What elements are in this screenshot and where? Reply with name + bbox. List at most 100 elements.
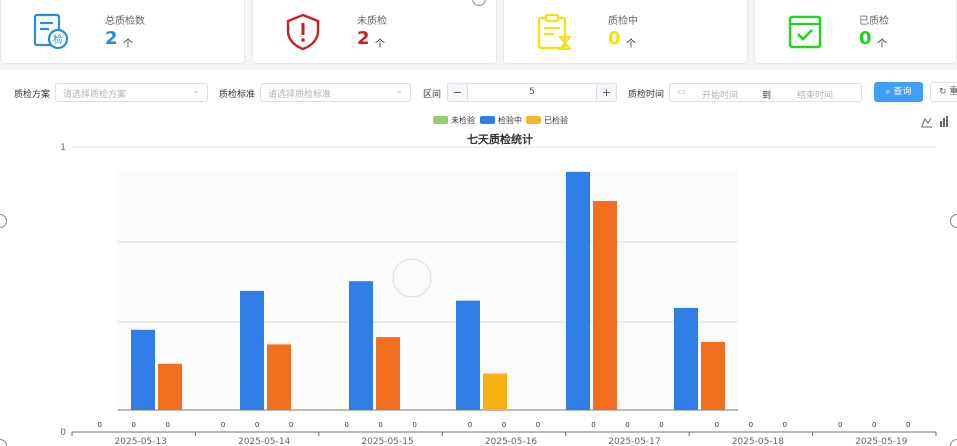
- stat-label: 总质检数: [105, 16, 145, 27]
- inner-bar: [131, 329, 155, 410]
- time-label: 质检时间: [628, 90, 665, 100]
- legend-label: 未检验: [451, 115, 475, 125]
- stat-unit: 个: [123, 39, 133, 50]
- standard-label: 质检标准: [219, 90, 256, 100]
- stat-label: 已质检: [859, 16, 889, 27]
- data-label: 0: [289, 421, 293, 429]
- bar-chart: 七天质检统计 未检验 检验中 已检验 0 1 2025-05-13 0 0 0 2025-05-14…: [60, 115, 948, 446]
- calendar-icon: ▭: [677, 87, 686, 97]
- stat-unit: 个: [626, 39, 636, 50]
- legend-label: 检验中: [498, 115, 522, 125]
- chart-title: 七天质检统计: [467, 132, 533, 146]
- stat-label: 质检中: [608, 16, 638, 27]
- range-value[interactable]: 5: [468, 87, 596, 97]
- chevron-down-icon: ⌄: [395, 86, 403, 96]
- data-label: 0: [502, 421, 506, 429]
- data-label: 0: [783, 421, 787, 429]
- stat-value: 2: [105, 28, 118, 49]
- plan-select[interactable]: 请选择质检方案 ⌄: [55, 83, 208, 102]
- data-label: 0: [749, 421, 753, 429]
- chart-panel: 七天质检统计 未检验 检验中 已检验 0 1 2025-05-13 0 0 0 2025-05-14…: [0, 110, 957, 446]
- inner-bar: [158, 363, 182, 410]
- resize-handle[interactable]: [950, 214, 957, 228]
- range-stepper[interactable]: − 5 +: [447, 83, 617, 102]
- stat-unit: 个: [375, 39, 385, 50]
- bar-chart-toggle-icon[interactable]: [940, 116, 948, 127]
- chevron-down-icon: ⌄: [192, 86, 200, 96]
- shield-alert-icon: [286, 13, 320, 51]
- plan-label: 质检方案: [14, 90, 51, 100]
- plan-placeholder: 请选择质检方案: [63, 90, 127, 100]
- reset-button[interactable]: ↻ 重: [930, 82, 957, 102]
- inner-bar: [593, 201, 617, 410]
- inner-bar: [240, 290, 264, 410]
- x-tick-label: 2025-05-14: [238, 437, 291, 446]
- range-label: 区间: [423, 90, 442, 100]
- legend-swatch: [526, 116, 541, 124]
- date-range-picker[interactable]: ▭ 开始时间 到 结束时间: [669, 83, 862, 102]
- x-tick-label: 2025-05-16: [485, 437, 538, 446]
- stat-card-checking: 质检中 0 个: [503, 0, 748, 64]
- inner-bar: [566, 171, 590, 410]
- range-separator: 到: [762, 91, 772, 101]
- end-date-input[interactable]: 结束时间: [797, 88, 833, 101]
- x-tick-label: 2025-05-15: [361, 437, 413, 446]
- decrement-button[interactable]: −: [448, 84, 468, 101]
- search-icon: ⌕: [885, 87, 891, 97]
- x-tick-label: 2025-05-17: [608, 437, 660, 446]
- data-label: 0: [412, 421, 416, 429]
- data-label: 0: [659, 421, 663, 429]
- stat-card-checked: 已质检 0 个: [754, 0, 957, 64]
- data-label: 0: [378, 421, 382, 429]
- standard-select[interactable]: 请选择质检标准 ⌄: [260, 83, 411, 102]
- inner-bar: [483, 373, 507, 410]
- data-label: 0: [97, 421, 101, 429]
- calendar-check-icon: [788, 15, 822, 49]
- stat-value: 2: [357, 28, 370, 49]
- inner-bar: [349, 281, 373, 410]
- data-label: 0: [625, 421, 629, 429]
- stat-label: 未质检: [357, 16, 387, 27]
- data-label: 0: [221, 421, 225, 429]
- stat-card-total: 检 总质检数 2 个: [0, 0, 245, 64]
- data-label: 0: [165, 421, 169, 429]
- line-chart-toggle-icon[interactable]: [921, 117, 932, 128]
- data-label: 0: [536, 421, 540, 429]
- y-tick-label: 0: [60, 428, 66, 438]
- reset-label: 重: [949, 87, 957, 97]
- data-label: 0: [906, 421, 910, 429]
- stat-unit: 个: [877, 39, 887, 50]
- stat-value: 0: [859, 28, 872, 49]
- y-tick-label: 1: [60, 143, 66, 153]
- data-label: 0: [344, 421, 348, 429]
- dashboard: 检 总质检数 2 个 未质检 2 个 质检中 0 个 已质检 0 个 质检方案 …: [0, 0, 957, 446]
- start-date-input[interactable]: 开始时间: [702, 88, 738, 101]
- inner-bar: [267, 344, 291, 410]
- legend-swatch: [433, 116, 448, 124]
- refresh-icon: ↻: [939, 87, 947, 97]
- inner-bar: [456, 300, 480, 410]
- inner-bar: [674, 307, 698, 410]
- query-button[interactable]: ⌕ 查询: [874, 82, 923, 102]
- data-label: 0: [255, 421, 259, 429]
- clipboard-hourglass-icon: [537, 13, 573, 50]
- data-label: 0: [838, 421, 842, 429]
- x-tick-label: 2025-05-18: [732, 437, 785, 446]
- data-label: 0: [872, 421, 876, 429]
- increment-button[interactable]: +: [596, 84, 616, 101]
- x-tick-label: 2025-05-13: [115, 437, 167, 446]
- data-label: 0: [131, 421, 135, 429]
- inner-bar: [376, 337, 400, 410]
- query-label: 查询: [893, 87, 912, 97]
- data-label: 0: [591, 421, 595, 429]
- legend-label: 已检验: [544, 115, 568, 125]
- inner-bar: [701, 341, 725, 410]
- legend-swatch: [480, 116, 495, 124]
- stat-value: 0: [608, 28, 621, 49]
- data-label: 0: [715, 421, 719, 429]
- stat-card-unchecked: 未质检 2 个: [252, 0, 497, 64]
- standard-placeholder: 请选择质检标准: [268, 90, 332, 100]
- data-label: 0: [468, 421, 472, 429]
- x-tick-label: 2025-05-19: [855, 437, 908, 446]
- svg-text:检: 检: [53, 33, 63, 46]
